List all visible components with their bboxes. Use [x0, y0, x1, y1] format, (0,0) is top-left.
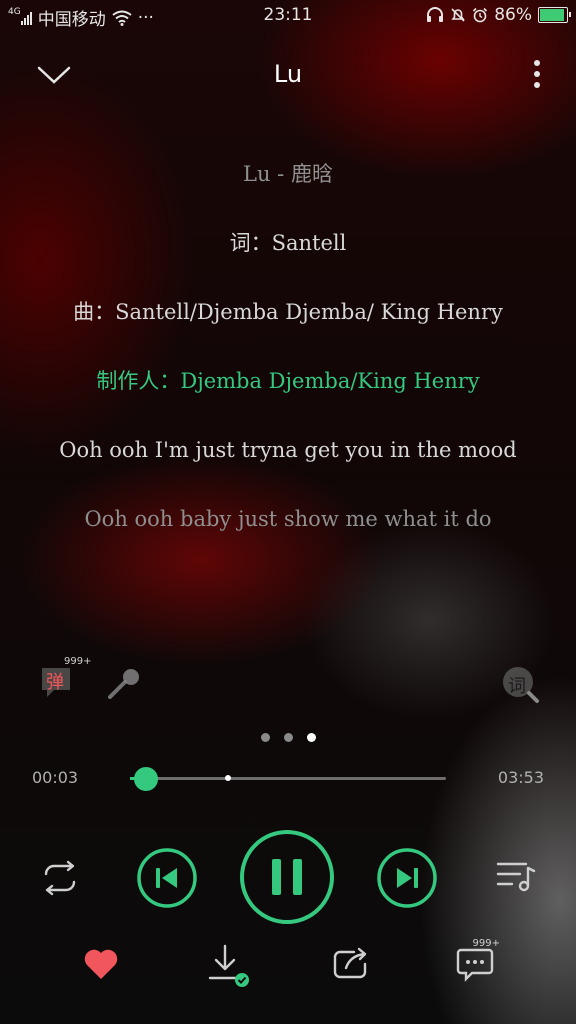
total-duration: 03:53 — [497, 768, 544, 787]
download-icon[interactable] — [206, 942, 252, 988]
seek-track[interactable] — [130, 767, 446, 791]
bottom-action-bar: 999+ — [0, 938, 576, 1000]
mute-bell-icon — [451, 8, 465, 22]
current-time: 00:03 — [32, 768, 79, 787]
comments-icon[interactable] — [456, 946, 494, 982]
song-title: Lu — [273, 60, 303, 88]
danmu-button[interactable]: 弹 — [38, 664, 74, 700]
page-indicator — [0, 733, 576, 742]
lyric-line: Ooh ooh I'm just tryna get you in the mo… — [59, 438, 517, 462]
seek-knob[interactable] — [133, 767, 158, 791]
alarm-icon — [473, 7, 488, 23]
lyric-search-button[interactable]: 词 — [500, 664, 540, 704]
playback-controls — [0, 828, 576, 928]
page-dot — [283, 733, 293, 742]
playlist-icon[interactable] — [496, 860, 536, 892]
pause-icon[interactable] — [238, 828, 336, 926]
previous-track-icon[interactable] — [136, 847, 198, 909]
share-icon[interactable] — [332, 946, 370, 980]
danmu-count-badge: 999+ — [64, 656, 92, 667]
tools-row: 弹 999+ 词 — [0, 656, 576, 710]
next-track-icon[interactable] — [376, 847, 438, 909]
player-header: Lu — [0, 50, 576, 100]
headphones-icon — [427, 7, 444, 22]
progress-bar: 00:03 03:53 — [0, 760, 576, 796]
battery-icon — [538, 7, 571, 23]
lyric-search-label: 词 — [508, 676, 526, 697]
repeat-icon[interactable] — [38, 860, 82, 896]
lyric-line-current: 制作人：Djemba Djemba/King Henry — [96, 369, 480, 393]
buffer-marker — [224, 775, 231, 781]
battery-percent: 86% — [494, 5, 532, 25]
lyric-line: Lu - 鹿晗 — [243, 162, 333, 186]
page-dot — [306, 733, 316, 742]
comment-count-badge: 999+ — [472, 938, 500, 949]
microphone-icon[interactable] — [104, 664, 144, 704]
lyric-line: 曲：Santell/Djemba Djemba/ King Henry — [73, 300, 503, 324]
lyric-line: Ooh ooh baby just show me what it do — [84, 507, 492, 531]
lyrics-panel[interactable]: Lu - 鹿晗 词：Santell 曲：Santell/Djemba Djemb… — [40, 160, 536, 574]
status-bar: 4G 中国移动 ··· 23:11 86% — [0, 0, 576, 30]
page-dot — [260, 733, 270, 742]
more-options-icon[interactable] — [522, 56, 552, 92]
lyric-line: 词：Santell — [229, 231, 347, 255]
like-heart-icon[interactable] — [82, 946, 120, 982]
danmu-label: 弹 — [46, 672, 64, 693]
